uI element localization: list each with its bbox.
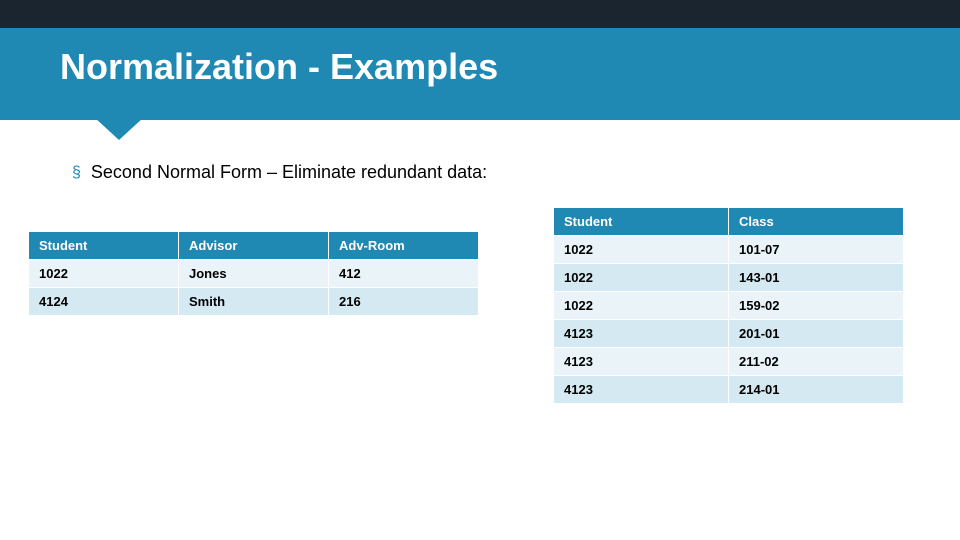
student-class-table: Student Class 1022 101-07 1022 143-01 10… <box>553 207 904 404</box>
col-advroom: Adv-Room <box>329 232 479 260</box>
bullet-row: § Second Normal Form – Eliminate redunda… <box>72 162 912 183</box>
slide-title: Normalization - Examples <box>0 28 960 88</box>
student-advisor-table: Student Advisor Adv-Room 1022 Jones 412 … <box>28 231 479 316</box>
content-area: § Second Normal Form – Eliminate redunda… <box>0 120 960 540</box>
cell: 143-01 <box>729 264 904 292</box>
col-student: Student <box>554 208 729 236</box>
cell: 201-01 <box>729 320 904 348</box>
tables-wrap: Student Advisor Adv-Room 1022 Jones 412 … <box>48 211 912 511</box>
bullet-icon: § <box>72 164 81 182</box>
table-row: 4123 211-02 <box>554 348 904 376</box>
table-row: 4124 Smith 216 <box>29 288 479 316</box>
table-header-row: Student Advisor Adv-Room <box>29 232 479 260</box>
cell: 1022 <box>554 264 729 292</box>
cell: 159-02 <box>729 292 904 320</box>
cell: 1022 <box>554 292 729 320</box>
cell: Jones <box>179 260 329 288</box>
table-row: 1022 101-07 <box>554 236 904 264</box>
cell: 101-07 <box>729 236 904 264</box>
col-student: Student <box>29 232 179 260</box>
cell: Smith <box>179 288 329 316</box>
table-row: 4123 201-01 <box>554 320 904 348</box>
cell: 4123 <box>554 376 729 404</box>
cell: 211-02 <box>729 348 904 376</box>
cell: 4124 <box>29 288 179 316</box>
header-band: Normalization - Examples <box>0 0 960 120</box>
col-advisor: Advisor <box>179 232 329 260</box>
header-top-strip <box>0 0 960 28</box>
col-class: Class <box>729 208 904 236</box>
table-row: 4123 214-01 <box>554 376 904 404</box>
cell: 1022 <box>554 236 729 264</box>
table-row: 1022 159-02 <box>554 292 904 320</box>
table-row: 1022 143-01 <box>554 264 904 292</box>
table-row: 1022 Jones 412 <box>29 260 479 288</box>
table-header-row: Student Class <box>554 208 904 236</box>
cell: 412 <box>329 260 479 288</box>
cell: 4123 <box>554 348 729 376</box>
cell: 216 <box>329 288 479 316</box>
cell: 1022 <box>29 260 179 288</box>
cell: 4123 <box>554 320 729 348</box>
cell: 214-01 <box>729 376 904 404</box>
bullet-text: Second Normal Form – Eliminate redundant… <box>91 162 487 183</box>
